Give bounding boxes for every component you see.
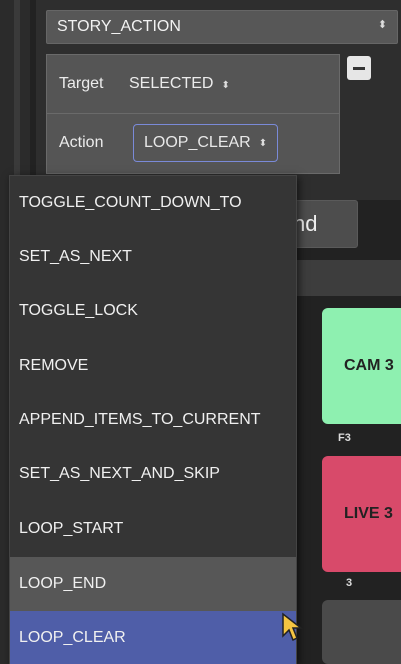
- cam-hotkey: F3: [338, 432, 351, 444]
- empty-tile[interactable]: [322, 600, 401, 664]
- dropdown-option-hovered[interactable]: LOOP_END: [10, 557, 296, 611]
- target-select[interactable]: SELECTED ⬍: [129, 75, 230, 93]
- target-row: Target SELECTED ⬍: [47, 55, 339, 114]
- select-arrows-icon: ⬍: [221, 80, 230, 91]
- dropdown-option[interactable]: REMOVE: [10, 339, 296, 393]
- live-tile-label: LIVE 3: [344, 505, 393, 522]
- left-rail: [14, 0, 20, 180]
- dropdown-option[interactable]: APPEND_ITEMS_TO_CURRENT: [10, 393, 296, 447]
- cam-tile-label: CAM 3: [344, 357, 394, 374]
- action-select[interactable]: LOOP_CLEAR ⬍: [133, 124, 279, 162]
- target-label: Target: [59, 75, 104, 92]
- live-hotkey: 3: [346, 577, 353, 589]
- dropdown-option[interactable]: LOOP_START: [10, 502, 296, 556]
- select-arrows-icon: ⬍: [258, 137, 268, 149]
- mouse-cursor-icon: [282, 612, 303, 642]
- remove-action-button[interactable]: [347, 56, 371, 80]
- minus-icon: [353, 66, 365, 70]
- live-tile[interactable]: LIVE 3: [322, 456, 401, 572]
- dropdown-option[interactable]: SET_AS_NEXT: [10, 230, 296, 284]
- action-value: LOOP_CLEAR: [144, 134, 251, 151]
- select-arrows-icon: ⬍: [377, 19, 387, 31]
- dropdown-option[interactable]: TOGGLE_COUNT_DOWN_TO: [10, 176, 296, 230]
- action-label: Action: [59, 134, 104, 151]
- parameter-box: Target SELECTED ⬍ Action LOOP_CLEAR ⬍: [46, 54, 340, 174]
- action-row: Action LOOP_CLEAR ⬍: [47, 114, 339, 172]
- dropdown-option-selected[interactable]: LOOP_CLEAR: [10, 611, 296, 664]
- cam-tile[interactable]: CAM 3: [322, 308, 401, 424]
- page: STORY_ACTION ⬍ Target SELECTED ⬍ Action L…: [0, 0, 401, 664]
- story-action-select[interactable]: STORY_ACTION ⬍: [46, 10, 398, 44]
- story-action-value: STORY_ACTION: [57, 18, 181, 35]
- target-value: SELECTED: [129, 75, 214, 92]
- action-dropdown-menu: TOGGLE_COUNT_DOWN_TO SET_AS_NEXT TOGGLE_…: [9, 175, 297, 664]
- dropdown-option[interactable]: TOGGLE_LOCK: [10, 284, 296, 338]
- dropdown-option[interactable]: SET_AS_NEXT_AND_SKIP: [10, 447, 296, 501]
